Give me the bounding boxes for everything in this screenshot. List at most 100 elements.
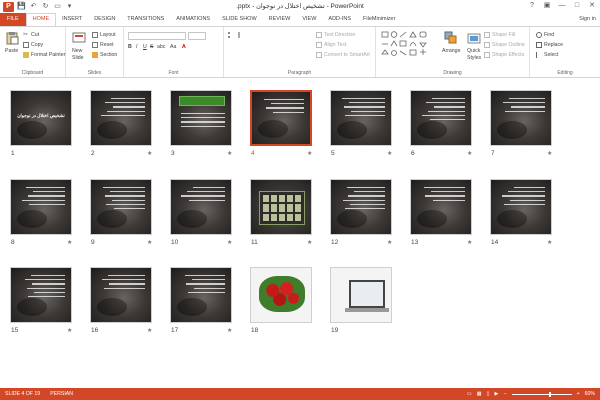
tab-fileminimizer[interactable]: FileMinimizer [357,13,401,26]
transition-star-icon[interactable]: ★ [307,150,312,157]
bullets-button[interactable] [228,32,234,38]
transition-star-icon[interactable]: ★ [467,150,472,157]
arrange-icon[interactable] [444,31,458,45]
layout-button[interactable]: Layout [92,32,116,38]
font-size-select[interactable] [188,32,206,40]
strikethrough-abc-button[interactable]: abc [157,44,165,50]
transition-star-icon[interactable]: ★ [547,150,552,157]
quick-styles-dropdown[interactable]: Styles [467,55,481,61]
shape-fill-button[interactable]: Shape Fill [484,32,515,38]
quick-styles-icon[interactable] [467,31,481,45]
slide-thumbnail[interactable] [90,267,152,323]
slide-thumbnail[interactable]: تشخیص اختلال در نوجوان [10,90,72,146]
slide-thumbnail[interactable] [250,179,312,235]
slide-thumbnail[interactable] [90,90,152,146]
sign-in-link[interactable]: Sign in [579,13,600,26]
slide-thumbnail[interactable] [330,267,392,323]
transition-star-icon[interactable]: ★ [387,150,392,157]
slide-thumbnail[interactable] [410,90,472,146]
find-button[interactable]: Find [536,32,554,38]
new-slide-dropdown[interactable]: Slide [72,55,84,61]
tab-file[interactable]: FILE [0,13,26,26]
transition-star-icon[interactable]: ★ [467,239,472,246]
slide-thumbnail[interactable] [170,90,232,146]
slide-thumbnail[interactable] [90,179,152,235]
transition-star-icon[interactable]: ★ [227,327,232,334]
convert-smartart-button[interactable]: Convert to SmartArt [316,52,370,58]
zoom-level[interactable]: 60% [585,391,595,397]
shape-outline-button[interactable]: Shape Outline [484,42,525,48]
tab-design[interactable]: DESIGN [88,13,121,26]
slide-thumbnail[interactable] [250,90,312,146]
zoom-slider-knob[interactable] [548,391,551,397]
tab-add-ins[interactable]: ADD-INS [322,13,357,26]
transition-star-icon[interactable]: ★ [387,239,392,246]
tab-slide-show[interactable]: SLIDE SHOW [216,13,263,26]
strikethrough-button[interactable]: S [150,44,153,50]
italic-button[interactable]: I [136,44,137,50]
normal-view-icon[interactable]: ▭ [467,391,472,397]
new-slide-button[interactable]: New [72,48,82,54]
format-painter-button[interactable]: Format Painter [23,52,65,58]
shape-effects-button[interactable]: Shape Effects [484,52,524,58]
new-slide-icon[interactable] [72,31,86,45]
font-name-select[interactable] [128,32,186,40]
change-case-button[interactable]: Aa [170,44,176,50]
maximize-button[interactable]: □ [571,1,583,10]
transition-star-icon[interactable]: ★ [547,239,552,246]
arrange-button[interactable]: Arrange [442,48,460,54]
section-button[interactable]: Section [92,52,117,58]
ribbon-display-options-icon[interactable]: ▣ [541,1,553,10]
underline-button[interactable]: U [143,44,147,50]
select-button[interactable]: Select [536,52,558,58]
reading-view-icon[interactable]: ▯ [487,391,490,397]
slide-show-view-icon[interactable]: ▶ [495,391,499,397]
shapes-gallery-icon[interactable] [380,30,440,60]
transition-star-icon[interactable]: ★ [227,239,232,246]
zoom-in-button[interactable]: + [577,391,580,397]
transition-star-icon[interactable]: ★ [227,150,232,157]
quick-styles-button[interactable]: Quick [467,48,480,54]
transition-star-icon[interactable]: ★ [307,239,312,246]
slide-thumbnail[interactable] [330,179,392,235]
paste-button[interactable]: Paste [5,48,18,54]
slide-thumbnail[interactable] [250,267,312,323]
language-indicator[interactable]: PERSIAN [45,391,78,397]
zoom-slider[interactable] [511,391,572,397]
tab-insert[interactable]: INSERT [56,13,88,26]
slide-thumbnail[interactable] [170,267,232,323]
bold-button[interactable]: B [128,44,132,50]
transition-star-icon[interactable]: ★ [147,150,152,157]
font-color-button[interactable]: A [182,44,186,50]
minimize-button[interactable]: — [556,1,568,10]
close-button[interactable]: ✕ [586,1,598,10]
cut-button[interactable]: ✂ Cut [23,32,39,38]
paste-icon[interactable] [5,31,19,45]
tab-home[interactable]: HOME [25,13,57,26]
tab-transitions[interactable]: TRANSITIONS [121,13,170,26]
tab-view[interactable]: VIEW [296,13,322,26]
slide-thumbnail[interactable] [330,90,392,146]
slide-thumbnail[interactable] [410,179,472,235]
zoom-out-button[interactable]: − [504,391,507,397]
transition-star-icon[interactable]: ★ [147,327,152,334]
transition-star-icon[interactable]: ★ [147,239,152,246]
align-text-button[interactable]: Align Text [316,42,346,48]
transition-star-icon[interactable]: ★ [67,327,72,334]
slide-sorter-view-icon[interactable]: ▦ [477,391,482,397]
text-direction-button[interactable]: Text Direction [316,32,355,38]
slide-thumbnail[interactable] [170,179,232,235]
slide-number: 19 [331,327,339,334]
transition-star-icon[interactable]: ★ [67,239,72,246]
copy-button[interactable]: Copy [23,42,43,48]
slide-thumbnail[interactable] [10,179,72,235]
slide-thumbnail[interactable] [490,179,552,235]
slide-thumbnail[interactable] [490,90,552,146]
numbering-button[interactable] [238,32,244,38]
help-icon[interactable]: ? [526,1,538,10]
tab-review[interactable]: REVIEW [263,13,297,26]
replace-button[interactable]: Replace [536,42,563,48]
slide-thumbnail[interactable] [10,267,72,323]
reset-button[interactable]: Reset [92,42,114,48]
tab-animations[interactable]: ANIMATIONS [170,13,216,26]
